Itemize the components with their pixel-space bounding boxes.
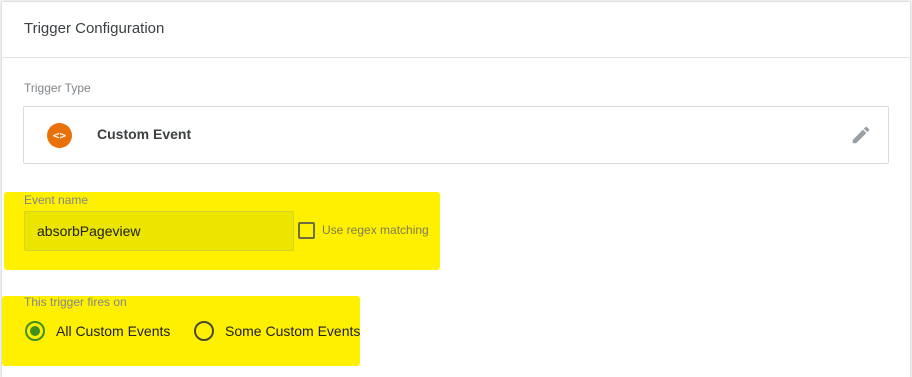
card-header: Trigger Configuration (2, 2, 910, 58)
trigger-type-name: Custom Event (97, 126, 192, 142)
card-title: Trigger Configuration (24, 20, 165, 37)
radio-label-all-custom-events[interactable]: All Custom Events (56, 323, 170, 339)
event-name-label: Event name (24, 193, 89, 207)
code-brackets-icon: <> (47, 123, 72, 148)
fires-on-label: This trigger fires on (24, 295, 127, 309)
radio-some-custom-events[interactable] (194, 321, 214, 341)
pencil-icon[interactable] (850, 124, 872, 146)
trigger-configuration-card: Trigger Configuration Trigger Type <> Cu… (2, 2, 910, 377)
trigger-type-label: Trigger Type (24, 81, 91, 95)
regex-checkbox-label: Use regex matching (322, 223, 429, 237)
regex-checkbox[interactable] (298, 222, 315, 239)
event-name-input[interactable] (24, 211, 294, 251)
radio-all-custom-events[interactable] (25, 321, 45, 341)
trigger-type-selector[interactable]: <> Custom Event (23, 106, 889, 164)
radio-label-some-custom-events[interactable]: Some Custom Events (225, 323, 360, 339)
